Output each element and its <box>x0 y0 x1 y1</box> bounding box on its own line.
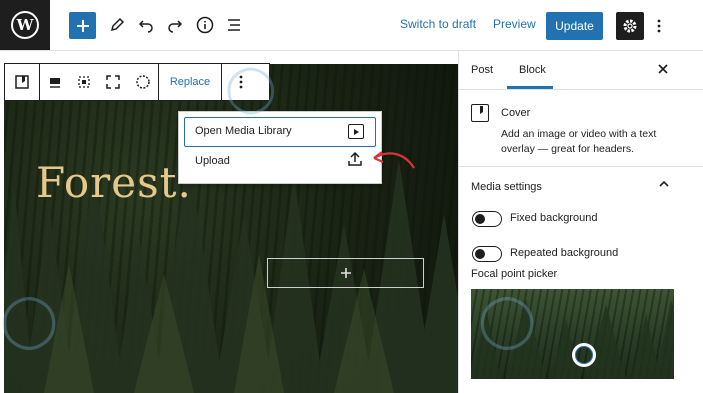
list-view-icon <box>228 19 240 31</box>
wordpress-logo-icon: W <box>11 11 39 39</box>
watermark-logo: ◯ <box>225 60 277 114</box>
full-width-icon <box>78 76 90 88</box>
block-type-button[interactable] <box>5 64 39 100</box>
focal-point-handle[interactable] <box>572 343 596 367</box>
redo-icon <box>168 20 183 33</box>
pencil-icon <box>110 17 125 32</box>
fixed-background-toggle[interactable] <box>472 211 502 227</box>
redo-button[interactable] <box>161 11 189 39</box>
close-settings-button[interactable] <box>657 62 669 78</box>
block-appender[interactable] <box>267 258 424 288</box>
align-icon <box>50 78 60 88</box>
circle-icon <box>136 75 150 89</box>
media-icon <box>348 124 364 139</box>
cover-block-icon <box>15 75 29 89</box>
wordpress-logo[interactable]: W <box>0 0 50 50</box>
more-vertical-icon <box>657 19 661 33</box>
replace-button[interactable]: Replace <box>159 64 221 100</box>
plus-icon <box>76 19 89 32</box>
block-card-description: Add an image or video with a text overla… <box>501 128 657 155</box>
repeated-background-label: Repeated background <box>510 247 619 259</box>
repeated-background-toggle[interactable] <box>472 246 502 262</box>
upload-item[interactable]: Upload <box>195 155 230 167</box>
tools-button[interactable] <box>103 11 131 39</box>
switch-to-draft-link[interactable]: Switch to draft <box>400 17 476 31</box>
watermark-logo: ◯ <box>0 290 59 350</box>
divider <box>459 166 703 167</box>
upload-icon[interactable] <box>347 151 363 167</box>
gear-icon <box>623 19 637 33</box>
duotone-button[interactable] <box>128 64 158 100</box>
tab-block[interactable]: Block <box>519 64 546 76</box>
block-card-title: Cover <box>501 107 531 119</box>
annotation-arrow <box>373 151 415 169</box>
media-settings-panel-title[interactable]: Media settings <box>471 181 542 193</box>
undo-icon <box>138 20 153 33</box>
replace-label: Replace <box>169 76 211 88</box>
update-button[interactable]: Update <box>546 12 603 40</box>
divider <box>459 89 703 90</box>
add-block-button[interactable] <box>69 12 96 39</box>
fixed-background-label: Fixed background <box>510 212 598 224</box>
close-icon <box>658 64 668 74</box>
options-button[interactable] <box>652 12 666 40</box>
content-position-button[interactable] <box>70 64 98 100</box>
align-button[interactable] <box>40 64 70 100</box>
watermark-logo: ◯ <box>478 290 537 350</box>
fullscreen-icon <box>106 75 120 89</box>
cover-title[interactable]: Forest. <box>36 158 192 207</box>
full-height-button[interactable] <box>98 64 128 100</box>
cover-block-icon <box>471 104 489 122</box>
plus-icon <box>340 268 351 278</box>
details-button[interactable] <box>191 11 219 39</box>
open-media-library-label: Open Media Library <box>195 125 292 137</box>
tab-post[interactable]: Post <box>471 64 493 76</box>
list-view-button[interactable] <box>220 11 248 39</box>
chevron-up-icon[interactable] <box>658 178 670 190</box>
settings-button[interactable] <box>616 12 644 40</box>
focal-point-picker-label: Focal point picker <box>471 268 558 280</box>
undo-button[interactable] <box>132 11 160 39</box>
preview-link[interactable]: Preview <box>493 17 536 31</box>
svg-text:W: W <box>16 16 35 34</box>
info-icon <box>196 16 214 34</box>
